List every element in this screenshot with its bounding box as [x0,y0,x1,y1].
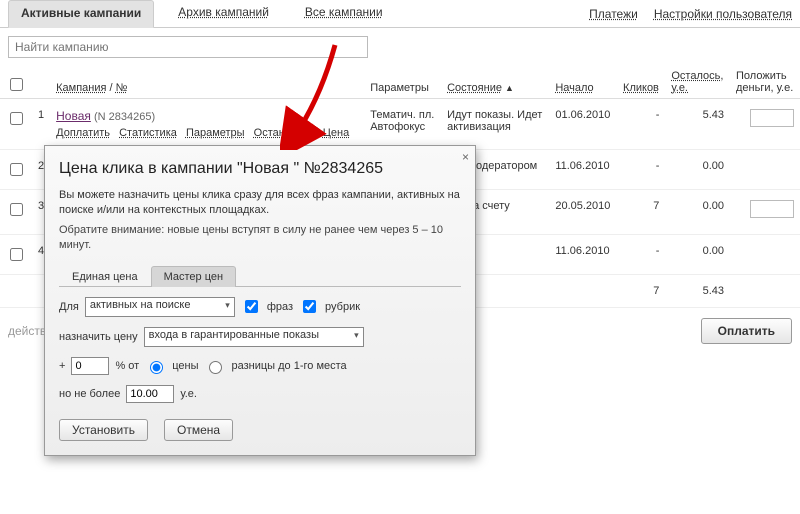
ue-label: у.е. [180,388,197,400]
row-remaining: 0.00 [665,150,730,190]
action-params[interactable]: Параметры [186,127,245,139]
pay-button[interactable]: Оплатить [701,318,792,344]
radio-diff[interactable] [209,361,222,374]
assign-select[interactable]: входа в гарантированные показы [144,327,364,347]
col-deposit: Положитьденьги, у.е. [736,70,793,94]
set-button[interactable]: Установить [59,419,148,441]
plus-label: + [59,360,65,372]
sort-asc-icon: ▲ [505,83,514,93]
select-all-checkbox[interactable] [10,78,23,91]
row-params: Тематич. пл.Автофокус [364,99,441,150]
dialog-tabs: Единая цена Мастер цен [59,266,461,287]
row-clicks: - [617,99,665,150]
radio-price[interactable] [150,361,163,374]
nomore-input[interactable] [126,385,174,403]
col-campaign[interactable]: Кампания [56,82,106,94]
action-stop[interactable]: Остановить [254,127,314,139]
search-input[interactable] [8,36,368,58]
col-remaining[interactable]: Осталось,у.е. [671,70,723,94]
phrases-checkbox[interactable] [245,300,258,313]
radio-price-label: цены [172,360,198,372]
rubrics-checkbox[interactable] [303,300,316,313]
table-row: 1 Новая (N 2834265) Доплатить Статистика… [0,99,800,150]
price-dialog: × Цена клика в кампании "Новая " №283426… [44,145,476,456]
campaign-number: (N 2834265) [94,111,155,123]
totals-remaining: 5.43 [665,275,730,308]
row-clicks: - [617,150,665,190]
link-payments[interactable]: Платежи [589,7,638,21]
radio-diff-label: разницы до 1-го места [231,360,346,372]
row-clicks: 7 [617,190,665,235]
row-index: 1 [32,99,50,150]
cancel-button[interactable]: Отмена [164,419,233,441]
row-state: Идут показы. Идетактивизация [441,99,549,150]
row-clicks: - [617,235,665,275]
col-start[interactable]: Начало [555,82,593,94]
dialog-note: Обратите внимание: новые цены вступят в … [59,223,461,254]
deposit-input[interactable] [750,109,794,127]
tab-active-campaigns[interactable]: Активные кампании [8,0,154,28]
for-label: Для [59,301,79,313]
nomore-label: но не более [59,388,120,400]
totals-clicks: 7 [617,275,665,308]
row-checkbox[interactable] [10,248,23,261]
dialog-intro: Вы можете назначить цены клика сразу для… [59,188,461,219]
assign-label: назначить цену [59,331,138,343]
col-params: Параметры [370,82,429,94]
main-tabs: Активные кампании Архив кампаний Все кам… [0,0,800,28]
link-user-settings[interactable]: Настройки пользователя [654,7,792,21]
close-icon[interactable]: × [462,150,469,164]
tab-all[interactable]: Все кампании [293,0,395,28]
row-start: 11.06.2010 [549,150,617,190]
for-select[interactable]: активных на поиске [85,297,235,317]
action-price[interactable]: Цена [323,127,349,139]
row-checkbox[interactable] [10,203,23,216]
row-checkbox[interactable] [10,163,23,176]
row-start: 11.06.2010 [549,235,617,275]
col-number[interactable]: № [116,82,128,94]
tab-single-price[interactable]: Единая цена [59,266,151,287]
tab-price-master[interactable]: Мастер цен [151,266,236,287]
action-stats[interactable]: Статистика [119,127,177,139]
percent-input[interactable] [71,357,109,375]
row-remaining: 0.00 [665,235,730,275]
dialog-title: Цена клика в кампании "Новая " №2834265 [59,160,461,178]
row-start: 20.05.2010 [549,190,617,235]
row-remaining: 0.00 [665,190,730,235]
campaign-link[interactable]: Новая [56,109,91,123]
rubrics-label: рубрик [325,301,360,313]
row-start: 01.06.2010 [549,99,617,150]
row-checkbox[interactable] [10,112,23,125]
action-pay[interactable]: Доплатить [56,127,110,139]
percent-of-label: % от [115,360,139,372]
phrases-label: фраз [267,301,293,313]
deposit-input[interactable] [750,200,794,218]
col-clicks[interactable]: Кликов [623,82,659,94]
row-remaining: 5.43 [665,99,730,150]
col-state[interactable]: Состояние [447,82,502,94]
tab-archive[interactable]: Архив кампаний [166,0,281,28]
